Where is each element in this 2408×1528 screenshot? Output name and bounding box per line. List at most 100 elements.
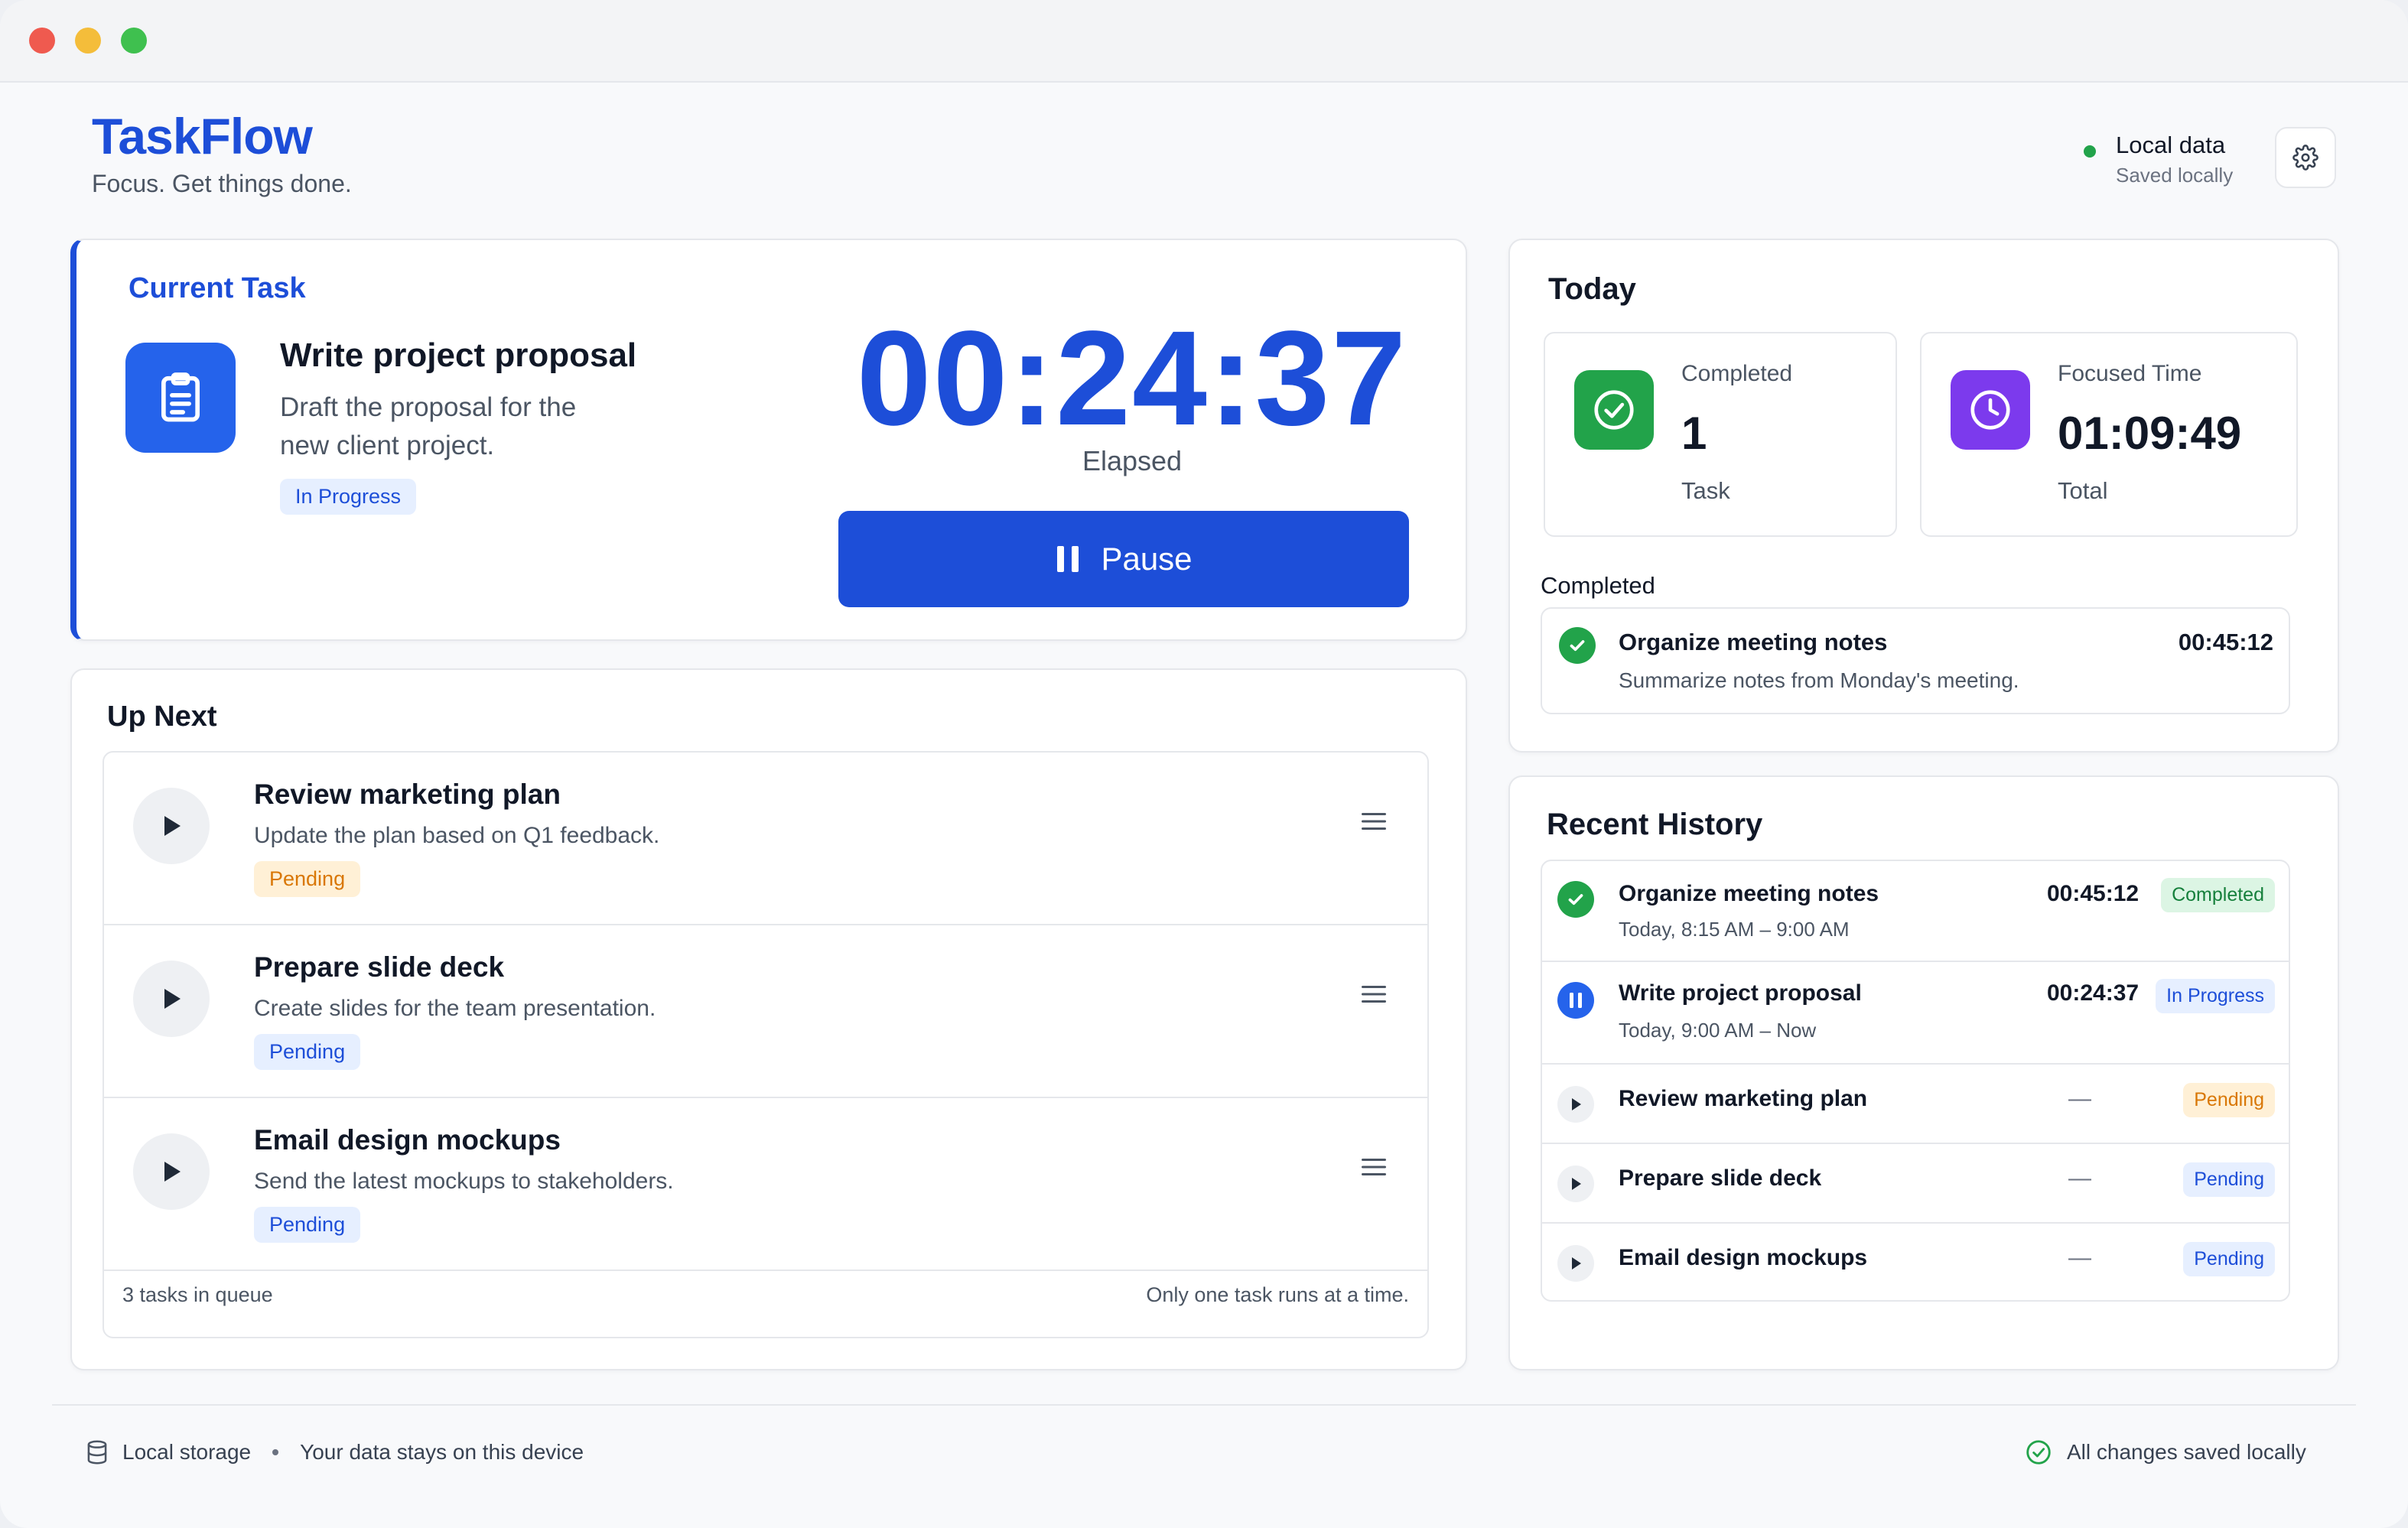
footer-divider: [52, 1404, 2356, 1406]
maximize-window-button[interactable]: [121, 28, 147, 54]
history-row-title: Prepare slide deck: [1619, 1166, 1822, 1191]
queue-count: 3 tasks in queue: [122, 1283, 273, 1306]
current-task-card: Current Task Write project proposal Draf…: [70, 239, 1467, 641]
queue-item-status-badge: Pending: [254, 1207, 361, 1243]
queue-item-title: Prepare slide deck: [254, 951, 505, 983]
queue-item-description: Create slides for the team presentation.: [254, 996, 656, 1021]
storage-note: Your data stays on this device: [300, 1440, 584, 1464]
close-window-button[interactable]: [29, 28, 55, 54]
settings-button[interactable]: [2275, 127, 2336, 188]
completed-task-duration: 00:45:12: [2178, 629, 2273, 655]
check-icon: [1557, 881, 1594, 918]
start-task-button[interactable]: [133, 788, 210, 864]
up-next-label: Up Next: [107, 701, 217, 733]
history-row-title: Review marketing plan: [1619, 1086, 1868, 1111]
app-subtitle: Focus. Get things done.: [92, 170, 352, 197]
history-row[interactable]: Review marketing plan — Pending: [1542, 1065, 2289, 1144]
current-task-description: Draft the proposal for the new client pr…: [280, 392, 577, 460]
focused-time-unit: Total: [2058, 477, 2108, 504]
play-icon: [1557, 1166, 1594, 1202]
history-row[interactable]: Prepare slide deck — Pending: [1542, 1144, 2289, 1224]
recent-history-label: Recent History: [1547, 808, 1763, 841]
history-row-title: Email design mockups: [1619, 1245, 1868, 1270]
completed-task-item[interactable]: Organize meeting notes Summarize notes f…: [1541, 607, 2290, 714]
completed-stat-unit: Task: [1681, 477, 1730, 504]
play-icon: [1557, 1086, 1594, 1123]
storage-info: Local storage Your data stays on this de…: [83, 1438, 584, 1467]
history-row-duration: 00:45:12: [2047, 881, 2140, 906]
title-bar: [0, 0, 2408, 83]
play-icon: [164, 1162, 181, 1182]
save-status-label: All changes saved locally: [2067, 1440, 2306, 1464]
current-task-status-badge: In Progress: [280, 479, 417, 515]
clock-icon: [1951, 370, 2030, 450]
history-row[interactable]: Organize meeting notes Today, 8:15 AM – …: [1542, 861, 2289, 962]
start-task-button[interactable]: [133, 961, 210, 1037]
up-next-card: Up Next Review marketing plan Update the…: [70, 668, 1467, 1370]
start-task-button[interactable]: [133, 1133, 210, 1210]
focused-time-value: 01:09:49: [2058, 408, 2242, 459]
separator-dot: [272, 1449, 279, 1455]
current-task-title: Write project proposal: [280, 336, 637, 374]
check-circle-icon: [2026, 1440, 2051, 1465]
play-icon: [164, 816, 181, 836]
history-row-duration: —: [2068, 1245, 2091, 1270]
clipboard-icon: [125, 343, 236, 453]
history-row-subtitle: Today, 9:00 AM – Now: [1619, 1019, 1817, 1042]
app-title: TaskFlow: [92, 108, 313, 164]
play-icon: [1557, 1245, 1594, 1282]
queue-item: Review marketing plan Update the plan ba…: [104, 753, 1427, 925]
database-icon: [87, 1440, 107, 1465]
history-row-status-badge: Pending: [2183, 1083, 2275, 1117]
queue-item: Prepare slide deck Create slides for the…: [104, 925, 1427, 1098]
focused-time-label: Focused Time: [2058, 361, 2202, 386]
history-row-subtitle: Today, 8:15 AM – 9:00 AM: [1619, 918, 1850, 941]
history-row-status-badge: Completed: [2161, 878, 2275, 912]
recent-history-card: Recent History Organize meeting notes To…: [1508, 775, 2339, 1370]
history-row-duration: —: [2068, 1166, 2091, 1191]
queue-item: Email design mockups Send the latest moc…: [104, 1098, 1427, 1271]
queue-item-title: Review marketing plan: [254, 779, 561, 810]
pause-icon: [1057, 546, 1079, 572]
history-row[interactable]: Email design mockups — Pending: [1542, 1224, 2289, 1302]
local-data-subtitle: Saved locally: [2116, 164, 2234, 187]
pause-button-label: Pause: [1101, 541, 1193, 577]
pause-button[interactable]: Pause: [838, 511, 1409, 607]
storage-label: Local storage: [122, 1440, 252, 1464]
drag-handle-icon[interactable]: [1360, 1156, 1388, 1178]
drag-handle-icon[interactable]: [1360, 811, 1388, 832]
minimize-window-button[interactable]: [75, 28, 101, 54]
queue-note: Only one task runs at a time.: [1146, 1283, 1409, 1306]
elapsed-label: Elapsed: [1082, 445, 1183, 476]
elapsed-timer: 00:24:37: [856, 304, 1408, 454]
completed-task-description: Summarize notes from Monday's meeting.: [1619, 668, 2019, 692]
queue-item-status-badge: Pending: [254, 861, 361, 897]
completed-stat-label: Completed: [1681, 361, 1793, 386]
completed-stat-value: 1: [1681, 408, 1707, 459]
completed-section-label: Completed: [1541, 572, 1655, 599]
completed-task-title: Organize meeting notes: [1619, 629, 1888, 655]
history-list: Organize meeting notes Today, 8:15 AM – …: [1541, 860, 2290, 1302]
history-row-status-badge: Pending: [2183, 1162, 2275, 1197]
drag-handle-icon[interactable]: [1360, 983, 1388, 1005]
play-icon: [164, 989, 181, 1009]
local-status-dot: [2084, 145, 2096, 158]
gear-icon: [2292, 145, 2319, 171]
task-queue: Review marketing plan Update the plan ba…: [103, 751, 1429, 1338]
history-row-duration: —: [2068, 1086, 2091, 1111]
pause-icon: [1557, 982, 1594, 1019]
today-label: Today: [1548, 272, 1636, 306]
save-status: All changes saved locally: [2024, 1438, 2306, 1467]
today-card: Today Completed 1 Task Focused Time 01:0…: [1508, 239, 2339, 753]
check-icon: [1559, 627, 1596, 664]
history-row[interactable]: Write project proposal Today, 9:00 AM – …: [1542, 962, 2289, 1065]
history-row-duration: 00:24:37: [2047, 980, 2140, 1006]
local-data-title: Local data: [2116, 132, 2226, 158]
check-circle-icon: [1574, 370, 1654, 450]
app-window: TaskFlow Focus. Get things done. Local d…: [0, 0, 2408, 1528]
queue-item-status-badge: Pending: [254, 1034, 361, 1070]
history-row-title: Organize meeting notes: [1619, 881, 1879, 906]
current-task-label: Current Task: [129, 272, 306, 304]
queue-item-description: Update the plan based on Q1 feedback.: [254, 823, 660, 848]
focused-time-stat: Focused Time 01:09:49 Total: [1920, 332, 2298, 537]
